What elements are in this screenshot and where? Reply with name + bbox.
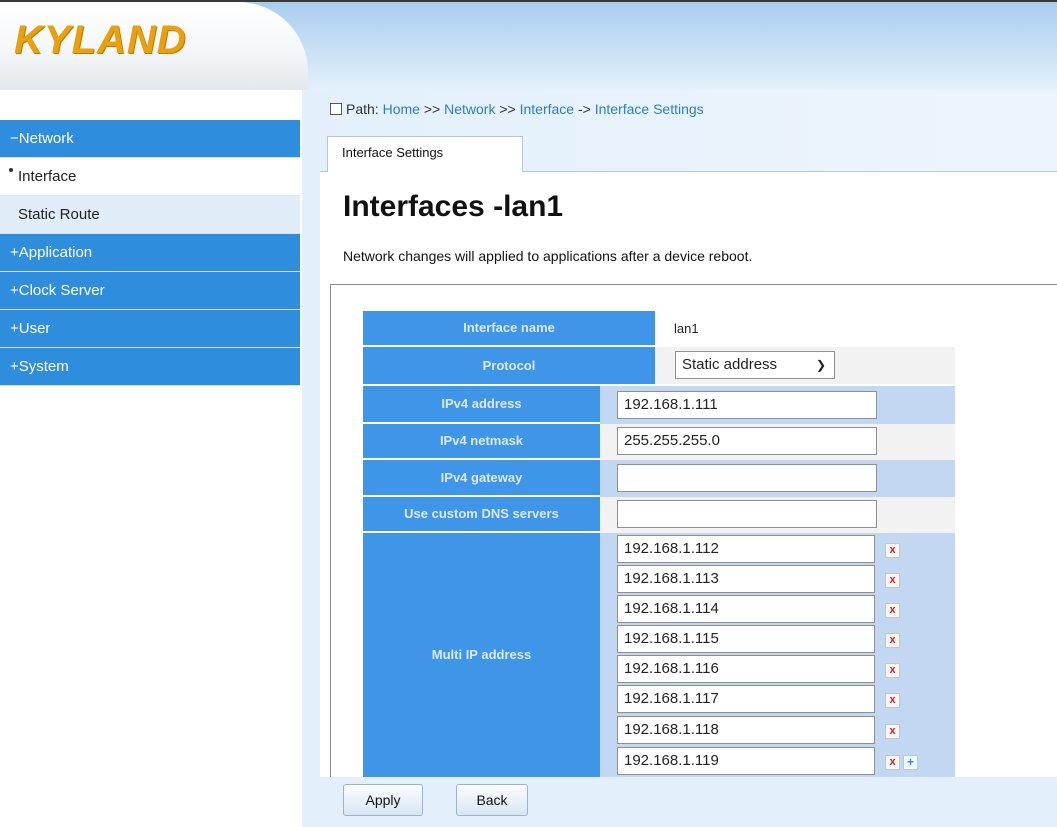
multi-ip-input[interactable]: 192.168.1.117 <box>617 685 875 713</box>
breadcrumb-interface[interactable]: Interface <box>520 101 574 117</box>
logo-area: KYLAND <box>0 2 308 90</box>
sidebar-item-system[interactable]: +System <box>0 348 300 386</box>
dns-label: Use custom DNS servers <box>363 497 600 533</box>
breadcrumb-separator: >> <box>495 101 520 117</box>
protocol-label: Protocol <box>363 347 655 386</box>
breadcrumb-prefix: Path: <box>346 101 379 117</box>
sidebar-item-user[interactable]: +User <box>0 310 300 348</box>
reboot-note: Network changes will applied to applicat… <box>343 248 753 264</box>
multi-ip-input[interactable]: 192.168.1.118 <box>617 716 875 744</box>
sidebar-item-application[interactable]: +Application <box>0 234 300 272</box>
ipv4-netmask-input[interactable]: 255.255.255.0 <box>617 427 877 455</box>
sidebar-item-network[interactable]: −Network <box>0 120 300 158</box>
breadcrumb-network[interactable]: Network <box>444 101 495 117</box>
multi-ip-input[interactable]: 192.168.1.115 <box>617 625 875 653</box>
x-delete-icon[interactable]: x <box>885 693 900 708</box>
multi-ip-input[interactable]: 192.168.1.114 <box>617 595 875 623</box>
x-delete-icon[interactable]: x <box>885 755 900 770</box>
x-delete-icon[interactable]: x <box>885 603 900 618</box>
back-button[interactable]: Back <box>456 784 528 816</box>
kyland-logo: KYLAND <box>14 18 187 62</box>
interface-name-label: Interface name <box>363 311 655 347</box>
x-delete-icon[interactable]: x <box>885 543 900 558</box>
multi-ip-label: Multi IP address <box>363 533 600 777</box>
x-delete-icon[interactable]: x <box>885 724 900 739</box>
ipv4-address-label: IPv4 address <box>363 386 600 424</box>
add-icon[interactable]: + <box>903 755 918 770</box>
breadcrumb-separator: -> <box>574 101 595 117</box>
protocol-select[interactable]: Static address ❯ <box>675 351 835 379</box>
interface-name-value: lan1 <box>674 321 699 336</box>
active-bullet-icon <box>9 168 13 172</box>
multi-ip-input[interactable]: 192.168.1.116 <box>617 655 875 683</box>
ipv4-netmask-label: IPv4 netmask <box>363 424 600 460</box>
ipv4-gateway-input[interactable] <box>617 464 877 492</box>
sidebar-item-static-route[interactable]: Static Route <box>0 196 300 234</box>
x-delete-icon[interactable]: x <box>885 633 900 648</box>
x-delete-icon[interactable]: x <box>885 573 900 588</box>
multi-ip-input[interactable]: 192.168.1.119 <box>617 747 875 775</box>
dns-servers-input[interactable] <box>617 500 877 528</box>
protocol-selected-value: Static address <box>682 356 778 373</box>
tab-interface-settings[interactable]: Interface Settings <box>327 136 523 172</box>
breadcrumb: Path: Home >> Network >> Interface -> In… <box>330 101 704 117</box>
sidebar-item-label: Interface <box>18 168 77 185</box>
multi-ip-input[interactable]: 192.168.1.112 <box>617 535 875 563</box>
sidebar-item-clock-server[interactable]: +Clock Server <box>0 272 300 310</box>
page-title: Interfaces -lan1 <box>343 190 564 223</box>
breadcrumb-separator: >> <box>419 101 445 117</box>
path-square-icon <box>330 103 342 115</box>
button-bar <box>320 777 1057 827</box>
x-delete-icon[interactable]: x <box>885 663 900 678</box>
sidebar-item-interface[interactable]: Interface <box>0 158 300 196</box>
breadcrumb-interface-settings[interactable]: Interface Settings <box>595 101 704 117</box>
ipv4-gateway-label: IPv4 gateway <box>363 460 600 497</box>
apply-button[interactable]: Apply <box>343 784 423 816</box>
breadcrumb-home[interactable]: Home <box>383 101 420 117</box>
sidebar: −Network Interface Static Route +Applica… <box>0 120 300 386</box>
multi-ip-input[interactable]: 192.168.1.113 <box>617 565 875 593</box>
chevron-down-icon: ❯ <box>815 358 826 372</box>
ipv4-address-input[interactable]: 192.168.1.111 <box>617 391 877 419</box>
